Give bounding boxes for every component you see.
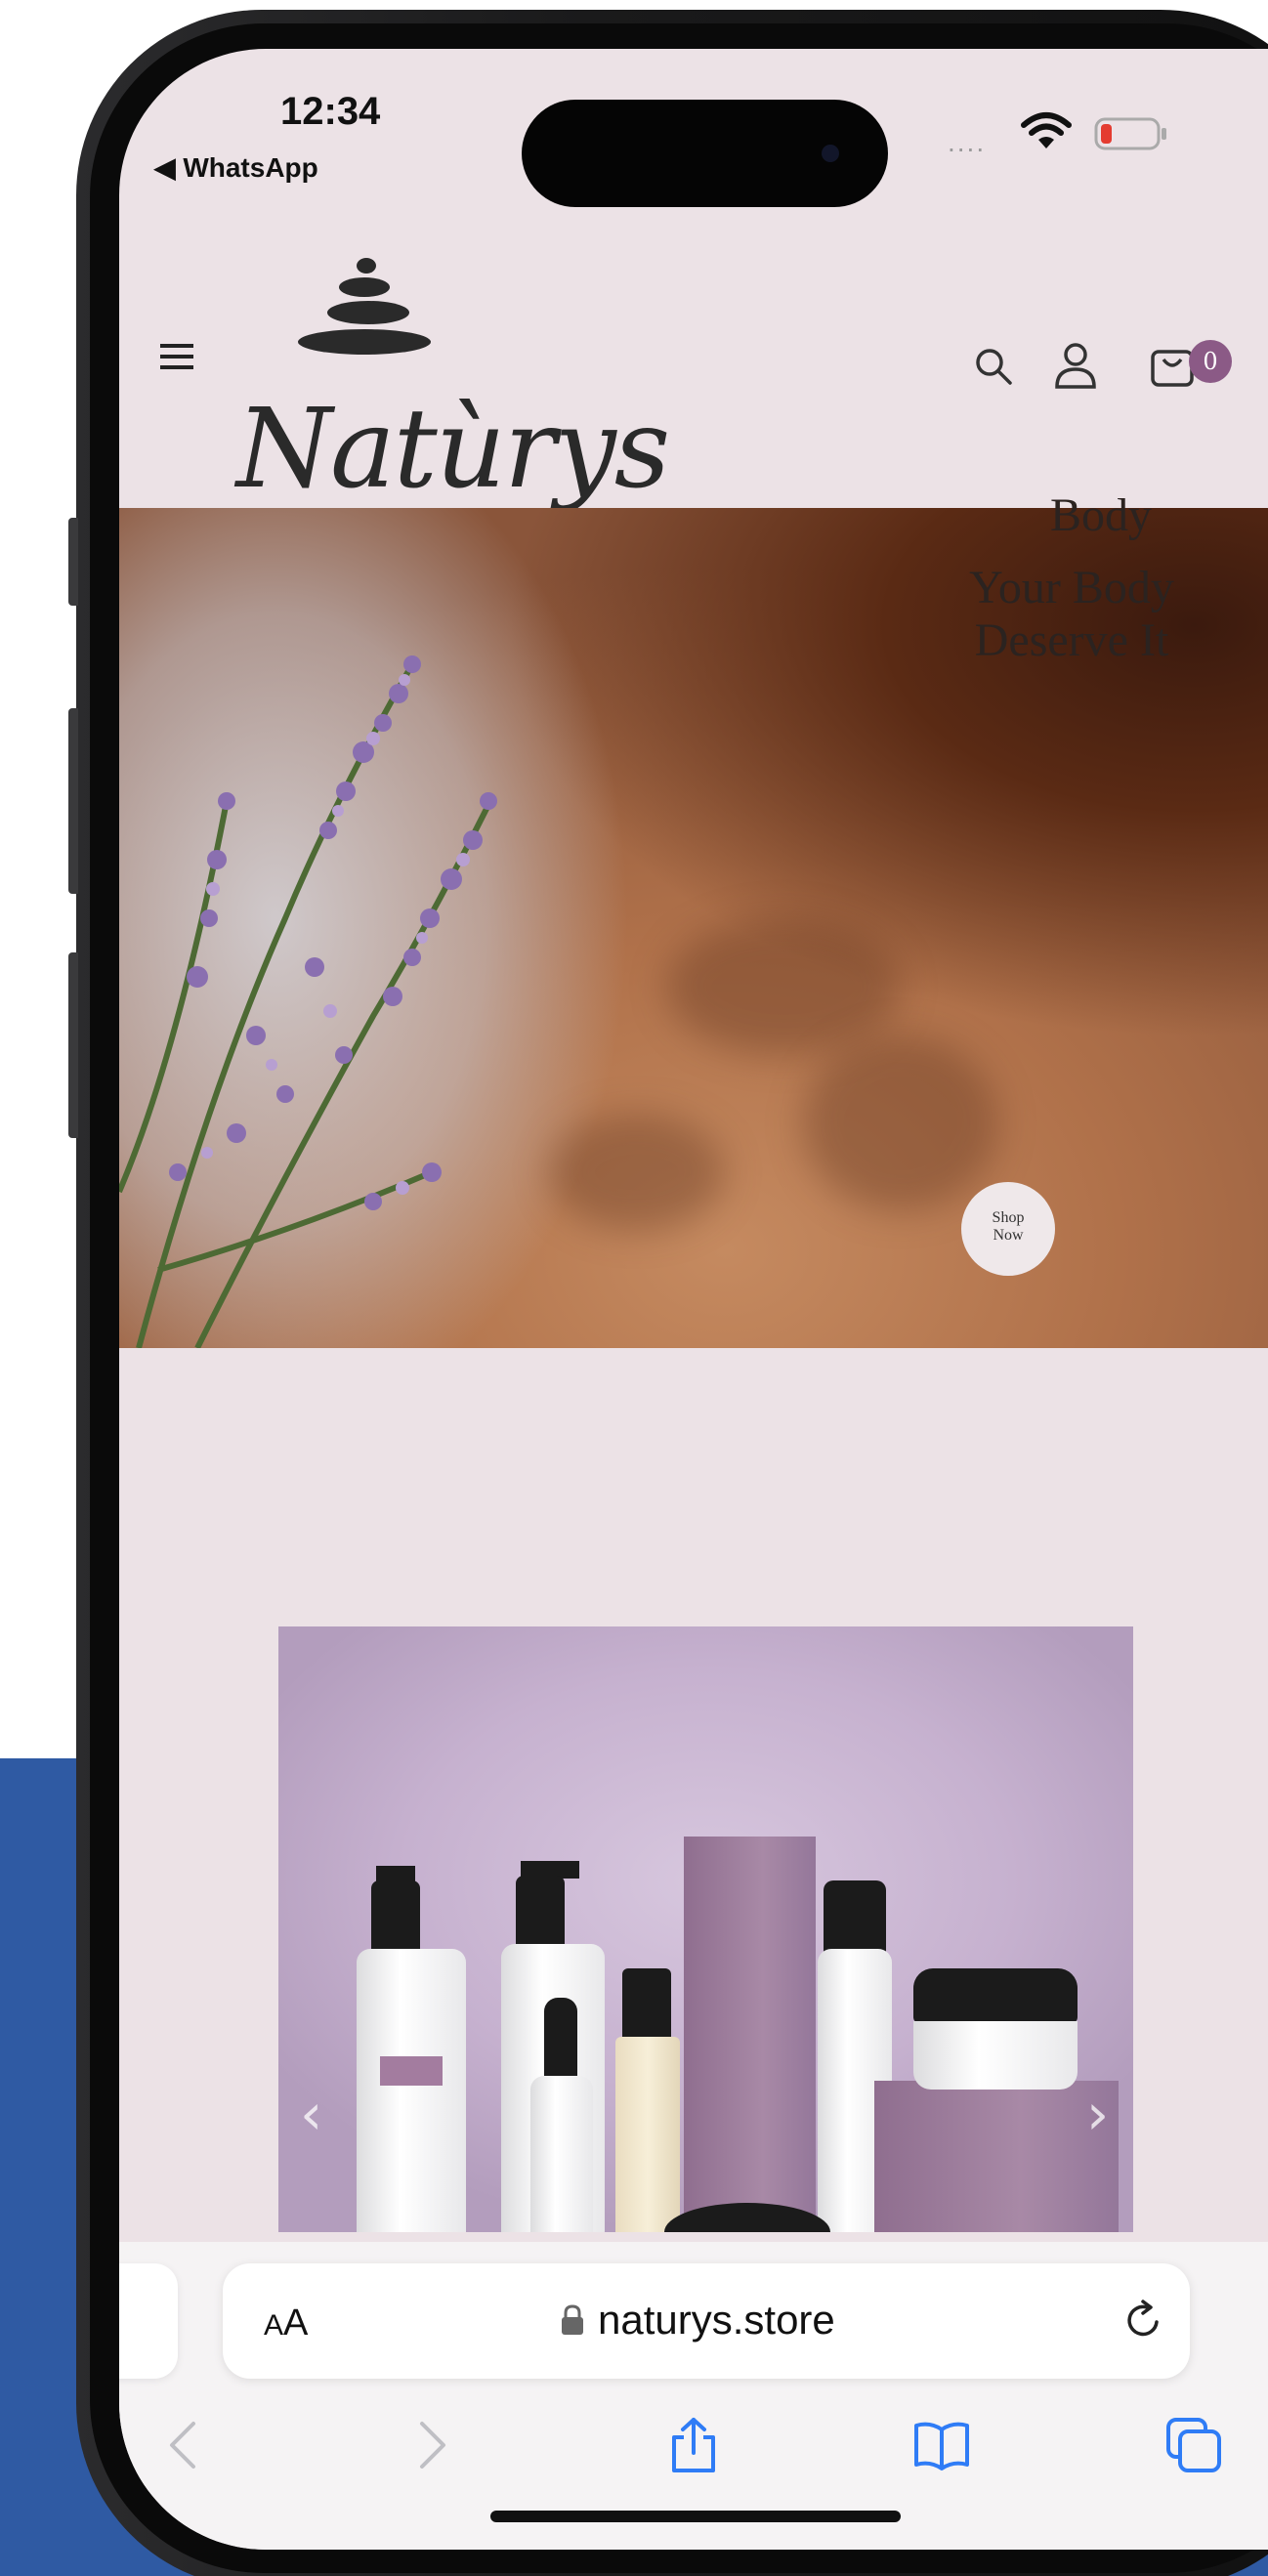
url-text[interactable]: naturys.store — [598, 2297, 835, 2344]
hero-leaf-shadow — [666, 918, 901, 1055]
lock-icon — [562, 2304, 583, 2335]
previous-tab-pill[interactable] — [119, 2263, 178, 2379]
back-to-app-link[interactable]: ◀ WhatsApp — [154, 151, 318, 184]
product-serum-bottle — [615, 2037, 680, 2232]
hero-subtitle-line: Deserve It — [974, 614, 1169, 666]
account-icon[interactable] — [1054, 342, 1097, 389]
hero-subtitle-line: Your Body — [969, 562, 1174, 613]
phone-volume-down-button — [68, 952, 78, 1138]
address-bar[interactable]: AA naturys.store — [223, 2263, 1190, 2379]
site-logo[interactable]: Natùrys — [236, 386, 670, 513]
home-indicator[interactable] — [490, 2511, 901, 2522]
product-jar — [913, 2021, 1078, 2090]
product-airless-bottle — [824, 1880, 886, 1959]
screenshot-stage: 12:34 ◀ WhatsApp .... Natùrys 0 Body You… — [0, 0, 1268, 2576]
lavender-flowers-image — [119, 655, 497, 1348]
back-icon[interactable] — [156, 2416, 215, 2474]
wifi-icon — [1021, 112, 1072, 148]
product-dropper-bottle — [544, 1998, 577, 2076]
logo-stones-icon — [298, 258, 431, 355]
product-serum-bottle — [622, 1968, 671, 2037]
cart-count-badge[interactable]: 0 — [1189, 340, 1232, 383]
phone-screen: 12:34 ◀ WhatsApp .... Natùrys 0 Body You… — [119, 49, 1268, 2550]
hero-leaf-shadow — [803, 1035, 998, 1211]
shop-now-label: Now — [993, 1227, 1024, 1244]
product-dropper-bottle — [530, 2076, 593, 2232]
front-camera — [822, 145, 839, 162]
text-size-small-label: A — [264, 2309, 284, 2342]
share-icon[interactable] — [664, 2416, 723, 2474]
text-size-button[interactable]: AA — [264, 2302, 308, 2344]
search-icon[interactable] — [974, 347, 1013, 386]
product-box — [684, 1837, 816, 2232]
status-time: 12:34 — [280, 90, 381, 133]
forward-icon[interactable] — [401, 2416, 459, 2474]
product-pump-bottle — [357, 1949, 466, 2232]
phone-action-button — [68, 518, 78, 606]
product-jar — [913, 1968, 1078, 2023]
reload-icon[interactable] — [1121, 2299, 1164, 2342]
browser-toolbar: AA naturys.store — [119, 2242, 1268, 2550]
hero-subtitle: Your Body Deserve It — [896, 562, 1247, 667]
signal-icon: .... — [948, 127, 987, 157]
product-pump-bottle — [516, 1876, 565, 1944]
text-size-large-label: A — [283, 2302, 309, 2344]
dynamic-island — [522, 100, 888, 207]
phone-volume-up-button — [68, 708, 78, 894]
hero-title: Body — [1049, 489, 1152, 541]
product-pump-bottle — [371, 1880, 420, 1949]
bookmarks-icon[interactable] — [912, 2416, 971, 2474]
shop-now-button[interactable]: Shop Now — [961, 1182, 1055, 1276]
tabs-icon[interactable] — [1164, 2416, 1223, 2474]
shop-now-label: Shop — [992, 1209, 1025, 1226]
product-label — [380, 2056, 443, 2086]
product-carousel-slide[interactable] — [278, 1626, 1133, 2232]
carousel-prev-arrow[interactable]: ‹ — [300, 2081, 322, 2147]
product-box — [874, 2081, 1119, 2232]
hamburger-menu-icon[interactable] — [160, 344, 193, 369]
carousel-next-arrow[interactable]: › — [1086, 2081, 1109, 2147]
battery-low-icon — [1094, 117, 1166, 150]
